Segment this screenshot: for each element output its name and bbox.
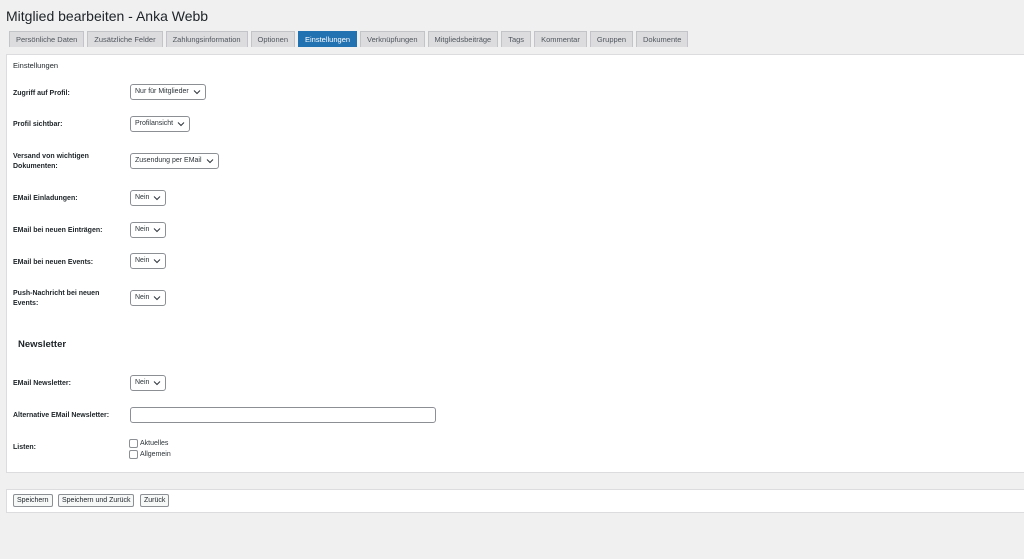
chevron-down-icon <box>154 296 161 301</box>
chevron-down-icon <box>206 159 213 164</box>
select-value: Nein <box>135 294 150 301</box>
tab-dokumente[interactable]: Dokumente <box>636 31 689 47</box>
tab-zahlungsinformation[interactable]: Zahlungsinformation <box>165 31 248 47</box>
save-and-back-button[interactable]: Speichern und Zurück <box>58 494 135 507</box>
checkbox[interactable] <box>129 450 138 459</box>
tab-einstellungen[interactable]: Einstellungen <box>298 31 358 47</box>
select-email-neue-eintraege[interactable]: Nein <box>130 222 167 238</box>
select-value: Nur für Mitglieder <box>135 88 189 95</box>
back-button[interactable]: Zurück <box>140 494 170 507</box>
select-versand-dokumente[interactable]: Zusendung per EMail <box>130 153 219 169</box>
select-email-newsletter[interactable]: Nein <box>130 375 167 391</box>
checkbox-label: Aktuelles <box>140 440 169 447</box>
label-email-newsletter: EMail Newsletter: <box>13 380 71 387</box>
list-option-allgemein[interactable]: Allgemein <box>129 450 171 459</box>
select-value: Nein <box>135 226 150 233</box>
chevron-down-icon <box>193 90 201 95</box>
select-value: Nein <box>135 379 150 386</box>
select-push-neue-events[interactable]: Nein <box>130 290 167 306</box>
tab-verknuepfungen[interactable]: Verknüpfungen <box>360 31 425 47</box>
tab-gruppen[interactable]: Gruppen <box>589 31 634 47</box>
tab-optionen[interactable]: Optionen <box>250 31 295 47</box>
tab-tags[interactable]: Tags <box>501 31 532 47</box>
select-value: Profilansicht <box>135 120 174 127</box>
chevron-down-icon <box>154 259 161 264</box>
select-email-neue-events[interactable]: Nein <box>130 253 167 269</box>
tab-bar: Persönliche Daten Zusätzliche Felder Zah… <box>9 31 689 47</box>
select-zugriff-auf-profil[interactable]: Nur für Mitglieder <box>130 84 206 100</box>
label-email-einladungen: EMail Einladungen: <box>13 195 78 202</box>
label-zugriff-auf-profil: Zugriff auf Profil: <box>13 90 70 97</box>
select-value: Nein <box>135 257 150 264</box>
label-listen: Listen: <box>13 444 36 451</box>
tab-mitgliedsbeitraege[interactable]: Mitgliedsbeiträge <box>427 31 499 47</box>
select-profil-sichtbar[interactable]: Profilansicht <box>130 116 191 132</box>
checkbox-label: Allgemein <box>140 451 171 458</box>
tab-kommentar[interactable]: Kommentar <box>534 31 587 47</box>
page-title: Mitglied bearbeiten - Anka Webb <box>6 8 209 24</box>
select-email-einladungen[interactable]: Nein <box>130 190 167 206</box>
label-versand-dokumente: Versand von wichtigen Dokumenten: <box>13 153 89 170</box>
newsletter-heading: Newsletter <box>18 339 67 350</box>
chevron-down-icon <box>154 381 161 386</box>
label-alternative-email: Alternative EMail Newsletter: <box>13 412 110 419</box>
label-profil-sichtbar: Profil sichtbar: <box>13 121 63 128</box>
section-label: Einstellungen <box>13 61 59 70</box>
label-email-neue-eintraege: EMail bei neuen Einträgen: <box>13 227 103 234</box>
select-value: Zusendung per EMail <box>135 157 202 164</box>
tab-persoenliche-daten[interactable]: Persönliche Daten <box>9 31 85 47</box>
chevron-down-icon <box>154 196 161 201</box>
label-email-neue-events: EMail bei neuen Events: <box>13 259 94 266</box>
chevron-down-icon <box>177 122 185 127</box>
list-option-aktuelles[interactable]: Aktuelles <box>129 439 168 448</box>
save-button[interactable]: Speichern <box>13 494 53 507</box>
select-value: Nein <box>135 194 150 201</box>
settings-panel: Einstellungen Zugriff auf Profil: Nur fü… <box>6 54 1024 473</box>
alternative-email-input[interactable] <box>130 407 436 423</box>
chevron-down-icon <box>154 228 161 233</box>
checkbox[interactable] <box>129 439 138 448</box>
footer-actions: Speichern Speichern und Zurück Zurück <box>6 489 1024 513</box>
tab-zusaetzliche-felder[interactable]: Zusätzliche Felder <box>87 31 163 47</box>
label-push-neue-events: Push-Nachricht bei neuen Events: <box>13 290 100 307</box>
